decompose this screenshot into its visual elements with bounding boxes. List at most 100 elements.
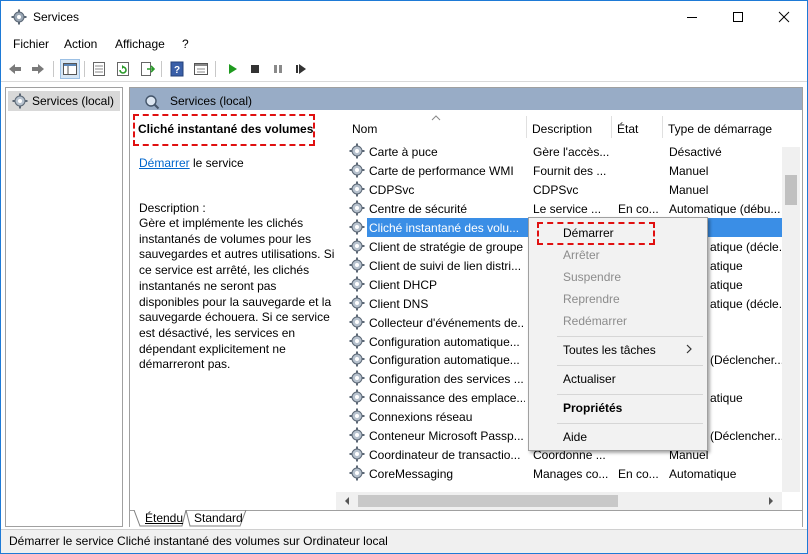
table-row[interactable]: Carte à puce Gère l'accès... Désactivé [336,142,782,161]
play-icon [229,64,237,74]
service-gear-icon [349,276,365,292]
scroll-left-icon[interactable] [342,496,352,506]
service-gear-icon [349,408,365,424]
service-name-cell: Coordinateur de transactio... [369,448,521,463]
service-gear-icon [349,389,365,405]
horizontal-scrollbar[interactable] [336,492,782,510]
panel-header-title: Services (local) [170,94,253,108]
back-button[interactable] [5,59,25,79]
menu-item-toutes-les-taches[interactable]: Toutes les tâches [529,339,707,361]
menu-item-label: Actualiser [563,372,616,386]
service-description-cell: CDPSvc [533,182,579,197]
close-icon [778,11,790,23]
service-gear-icon [349,162,365,178]
maximize-icon [733,12,743,22]
start-service-button[interactable] [222,59,242,79]
toolbar: ? [1,56,807,82]
column-header-state[interactable]: État [617,122,638,136]
horizontal-scroll-thumb[interactable] [358,495,618,507]
service-state-cell: En co... [618,201,659,216]
table-row[interactable]: Carte de performance WMI Fournit des ... M… [336,161,782,180]
tab-standard[interactable]: Standard [190,511,247,527]
tree-item-label: Services (local) [32,94,115,108]
column-header-description[interactable]: Description [532,122,592,136]
close-button[interactable] [761,1,807,33]
menu-item-label: Arrêter [563,248,600,262]
column-header-startup[interactable]: Type de démarrage [668,122,772,136]
service-description-cell: Gère l'accès... [533,145,609,159]
column-header-name[interactable]: Nom [352,122,377,136]
status-text: Démarrer le service Cliché instantané de… [9,534,388,548]
minimize-button[interactable] [669,1,715,33]
table-row[interactable]: Centre de sécurité Le service ... En co...… [336,199,782,218]
export-icon [141,62,155,76]
vertical-scroll-thumb[interactable] [785,175,797,205]
service-name-cell: Connexions réseau [369,410,473,425]
help-button[interactable]: ? [167,59,187,79]
panel-header: Services (local) [130,88,802,110]
menu-item-demarrer[interactable]: Démarrer [529,222,707,244]
menu-separator [557,336,703,337]
toolbar-separator [84,61,85,77]
service-gear-icon [349,295,365,311]
table-row[interactable]: CDPSvc CDPSvc Manuel [336,180,782,199]
svg-text:?: ? [174,65,180,76]
forward-button[interactable] [28,59,48,79]
column-divider [526,116,527,138]
service-name-cell: Carte de performance WMI [369,163,514,178]
view-button[interactable] [191,59,211,79]
forward-arrow-icon [32,64,44,74]
properties-icon [93,62,105,76]
start-service-link[interactable]: Démarrer [139,156,190,170]
service-gear-icon [349,351,365,367]
menu-item-proprietes[interactable]: Propriétés [529,397,707,419]
table-row[interactable]: CoreMessaging Manages co... En co... Automa… [336,464,782,483]
stop-service-button[interactable] [245,59,265,79]
service-description-cell: Le service ... [533,201,602,216]
pause-service-button[interactable] [268,59,288,79]
service-description-cell: Fournit des ... [533,163,607,178]
sort-ascending-icon [431,115,441,121]
scroll-right-icon[interactable] [766,496,776,506]
stop-icon [251,65,259,73]
menu-help[interactable]: ? [182,37,189,51]
menu-item-aide[interactable]: Aide [529,426,707,448]
service-startup-cell: atique [710,258,743,273]
menu-fichier[interactable]: Fichier [13,37,49,51]
menu-item-arreter: Arrêter [529,244,707,266]
menu-affichage[interactable]: Affichage [115,37,165,51]
maximize-button[interactable] [715,1,761,33]
properties-button[interactable] [89,59,109,79]
service-state-cell: En co... [618,467,659,482]
service-name-cell: Configuration des services ... [369,372,524,387]
export-button[interactable] [137,59,157,79]
service-startup-cell: atique (décle... [710,239,782,254]
menu-separator [557,423,703,424]
column-divider [662,116,663,138]
menu-item-suspendre: Suspendre [529,266,707,288]
tree-item-services-local[interactable]: Services (local) [8,91,120,111]
menu-item-reprendre: Reprendre [529,288,707,310]
tab-etendu[interactable]: Étendu [141,511,187,527]
service-name-cell: Configuration automatique... [369,334,520,349]
service-startup-cell: Automatique (débu... [669,201,781,216]
refresh-button[interactable] [113,59,133,79]
column-divider [611,116,612,138]
service-startup-cell: atique [710,391,743,406]
toolbar-separator [215,61,216,77]
menu-action[interactable]: Action [64,37,97,51]
refresh-icon [117,62,129,76]
start-service-line: Démarrer le service [139,156,244,170]
toolbar-separator [161,61,162,77]
menu-item-redemarrer: Redémarrer [529,310,707,332]
console-tree-button[interactable] [60,59,80,79]
service-startup-cell: Désactivé [669,145,722,159]
service-startup-cell: Manuel [669,163,709,178]
menu-item-actualiser[interactable]: Actualiser [529,368,707,390]
view-tabs: Étendu Standard [130,510,802,527]
selected-service-title: Cliché instantané des volumes [138,122,314,136]
vertical-scrollbar[interactable] [782,147,800,492]
window-title: Services [33,10,80,24]
restart-service-button[interactable] [291,59,311,79]
menu-item-label: Aide [563,430,588,444]
